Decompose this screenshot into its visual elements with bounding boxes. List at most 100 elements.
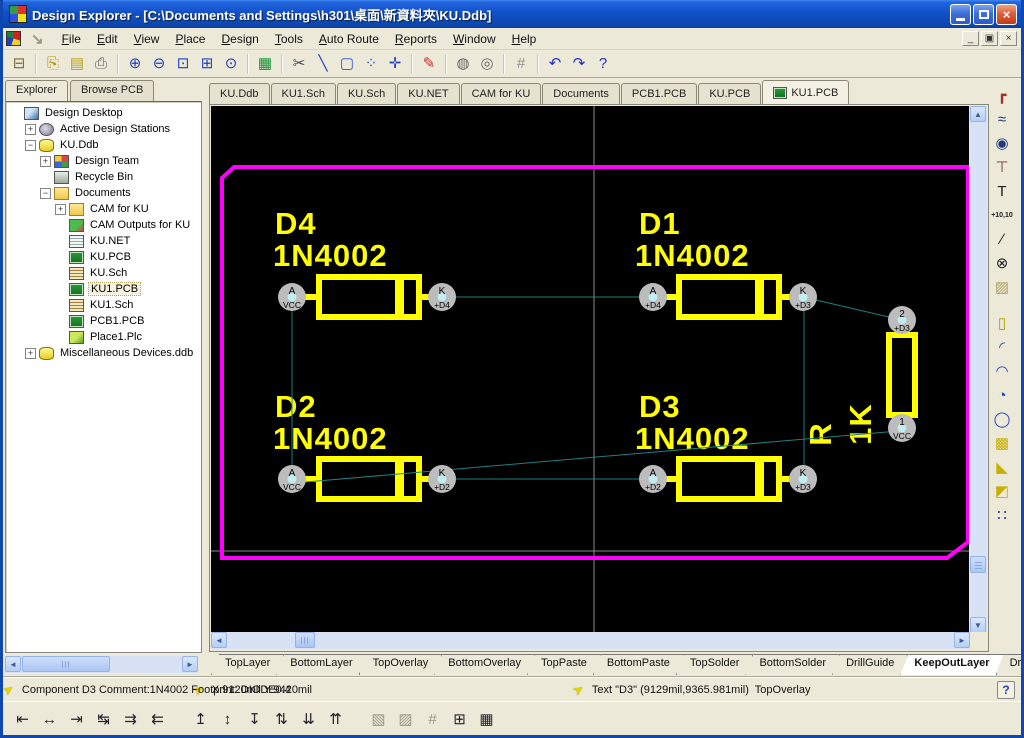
- board-in-window-icon[interactable]: ▦: [253, 53, 277, 75]
- arc-by-center-icon[interactable]: ◠: [989, 360, 1015, 384]
- menu-file[interactable]: File: [54, 30, 89, 48]
- comment-R[interactable]: 1K: [843, 403, 878, 445]
- document-tab-ku1-sch[interactable]: KU1.Sch: [271, 83, 336, 104]
- layer-tab-topsolder[interactable]: TopSolder: [676, 654, 754, 675]
- polygon-plane-icon[interactable]: ◣: [989, 456, 1015, 480]
- expand-icon[interactable]: +: [40, 156, 51, 167]
- zoom-window-icon[interactable]: ⊡: [171, 53, 195, 75]
- move-component-icon[interactable]: ✛: [383, 53, 407, 75]
- equal-vertical-spacing-button[interactable]: ⇅: [268, 708, 295, 732]
- open-document-icon[interactable]: ⎘: [41, 53, 65, 75]
- collapse-icon[interactable]: −: [25, 140, 36, 151]
- tree-item-documents[interactable]: −Documents: [8, 185, 201, 201]
- tree-item-design-desktop[interactable]: Design Desktop: [8, 105, 201, 121]
- tree-item-ku1-sch[interactable]: KU1.Sch: [8, 297, 201, 313]
- zoom-point-icon[interactable]: ⊙: [219, 53, 243, 75]
- menu-auto-route[interactable]: Auto Route: [311, 30, 387, 48]
- increase-vertical-spacing-button[interactable]: ⇊: [295, 708, 322, 732]
- menu-tools[interactable]: Tools: [267, 30, 311, 48]
- place-fill-hatched-icon[interactable]: ▨: [989, 276, 1015, 300]
- arc-any-angle-icon[interactable]: ◔: [989, 384, 1015, 408]
- explorer-horizontal-scrollbar[interactable]: ◄ ►: [5, 656, 198, 673]
- panel-tab-explorer[interactable]: Explorer: [5, 80, 68, 101]
- place-keepout-icon[interactable]: ⊗: [989, 252, 1015, 276]
- decrease-vertical-spacing-button[interactable]: ⇈: [322, 708, 349, 732]
- undo-icon[interactable]: ↶: [543, 53, 567, 75]
- scrollbar-thumb[interactable]: [22, 656, 110, 672]
- pcb-canvas[interactable]: D41N4002D11N4002D21N4002D31N4002R1KAVCCK…: [211, 106, 969, 633]
- slice-tracks-icon[interactable]: ✂: [287, 53, 311, 75]
- expand-icon[interactable]: +: [25, 124, 36, 135]
- designator-D4[interactable]: D4: [275, 206, 317, 241]
- layer-tab-keepoutlayer[interactable]: KeepOutLayer: [900, 654, 1003, 675]
- wand-icon[interactable]: ✎: [417, 53, 441, 75]
- forward-arrow-icon[interactable]: ↘: [31, 30, 44, 48]
- document-tab-ku1-pcb[interactable]: KU1.PCB: [762, 80, 849, 104]
- move-selection-icon[interactable]: ⁘: [359, 53, 383, 75]
- document-icon[interactable]: [6, 31, 21, 46]
- select-area-icon[interactable]: ▢: [335, 53, 359, 75]
- designator-D3[interactable]: D3: [639, 389, 681, 424]
- placement-wizard-button[interactable]: ▦: [473, 708, 500, 732]
- scrollbar-thumb[interactable]: [970, 556, 986, 573]
- menu-view[interactable]: View: [126, 30, 168, 48]
- comment-D3[interactable]: 1N4002: [635, 421, 750, 456]
- minimize-button[interactable]: [950, 4, 971, 25]
- document-tab-ku-sch[interactable]: KU.Sch: [337, 83, 396, 104]
- menu-help[interactable]: Help: [504, 30, 545, 48]
- stack-components-button[interactable]: ⊞: [446, 708, 473, 732]
- canvas-horizontal-scrollbar[interactable]: ◄ ►: [211, 632, 970, 649]
- menu-design[interactable]: Design: [213, 30, 266, 48]
- full-circle-icon[interactable]: ◯: [989, 408, 1015, 432]
- show-nets-icon[interactable]: ◍: [451, 53, 475, 75]
- zoom-out-icon[interactable]: ⊖: [147, 53, 171, 75]
- place-string-icon[interactable]: T: [989, 180, 1015, 204]
- multiple-traces-icon[interactable]: ≈: [989, 108, 1015, 132]
- document-tab-ku-net[interactable]: KU.NET: [397, 83, 459, 104]
- comment-D4[interactable]: 1N4002: [273, 238, 388, 273]
- place-pad-icon[interactable]: ⊤: [989, 156, 1015, 180]
- mdi-restore-button[interactable]: ▣: [981, 31, 998, 46]
- place-line-icon[interactable]: ╲: [311, 53, 335, 75]
- place-component-icon[interactable]: ▯: [989, 312, 1015, 336]
- designator-D2[interactable]: D2: [275, 389, 317, 424]
- help-icon[interactable]: ?: [591, 53, 615, 75]
- collapse-icon[interactable]: −: [40, 188, 51, 199]
- menu-reports[interactable]: Reports: [387, 30, 445, 48]
- mdi-close-button[interactable]: ×: [1000, 31, 1017, 46]
- scroll-down-button[interactable]: ▼: [970, 617, 986, 633]
- tree-item-ku-net[interactable]: KU.NET: [8, 233, 201, 249]
- layer-tab-drillguide[interactable]: DrillGuide: [832, 654, 908, 675]
- expand-icon[interactable]: +: [25, 348, 36, 359]
- layer-tab-toppaste[interactable]: TopPaste: [527, 654, 601, 675]
- panel-tab-browse-pcb[interactable]: Browse PCB: [70, 80, 154, 101]
- layer-tab-toplayer[interactable]: TopLayer: [211, 654, 284, 675]
- center-vertical-button[interactable]: ↕: [214, 708, 241, 732]
- maximize-button[interactable]: [973, 4, 994, 25]
- designator-R[interactable]: R: [803, 422, 838, 445]
- save-document-icon[interactable]: ▤: [65, 53, 89, 75]
- tree-item-ku-ddb[interactable]: −KU.Ddb: [8, 137, 201, 153]
- tree-item-place1-plc[interactable]: Place1.Plc: [8, 329, 201, 345]
- split-plane-icon[interactable]: ◩: [989, 480, 1015, 504]
- tree-item-miscellaneous-devices-ddb[interactable]: +Miscellaneous Devices.ddb: [8, 345, 201, 361]
- scroll-left-button[interactable]: ◄: [5, 656, 21, 672]
- document-tab-ku-pcb[interactable]: KU.PCB: [698, 83, 761, 104]
- hide-nets-icon[interactable]: ◎: [475, 53, 499, 75]
- scroll-left-button[interactable]: ◄: [211, 632, 227, 648]
- tree-item-cam-for-ku[interactable]: +CAM for KU: [8, 201, 201, 217]
- layer-tab-bottomsolder[interactable]: BottomSolder: [745, 654, 840, 675]
- menu-place[interactable]: Place: [167, 30, 213, 48]
- document-tab-documents[interactable]: Documents: [542, 83, 620, 104]
- layer-tab-bottomlayer[interactable]: BottomLayer: [276, 654, 366, 675]
- document-tab-ku-ddb[interactable]: KU.Ddb: [209, 83, 270, 104]
- align-left-button[interactable]: ⇤: [9, 708, 36, 732]
- help-button[interactable]: ?: [997, 681, 1015, 699]
- tree-item-cam-outputs-for-ku[interactable]: CAM Outputs for KU: [8, 217, 201, 233]
- align-right-button[interactable]: ⇥: [63, 708, 90, 732]
- increase-horizontal-spacing-button[interactable]: ⇉: [117, 708, 144, 732]
- place-dimension-icon[interactable]: ∕: [989, 228, 1015, 252]
- equal-horizontal-spacing-button[interactable]: ↹: [90, 708, 117, 732]
- align-top-button[interactable]: ↥: [187, 708, 214, 732]
- tree-item-pcb1-pcb[interactable]: PCB1.PCB: [8, 313, 201, 329]
